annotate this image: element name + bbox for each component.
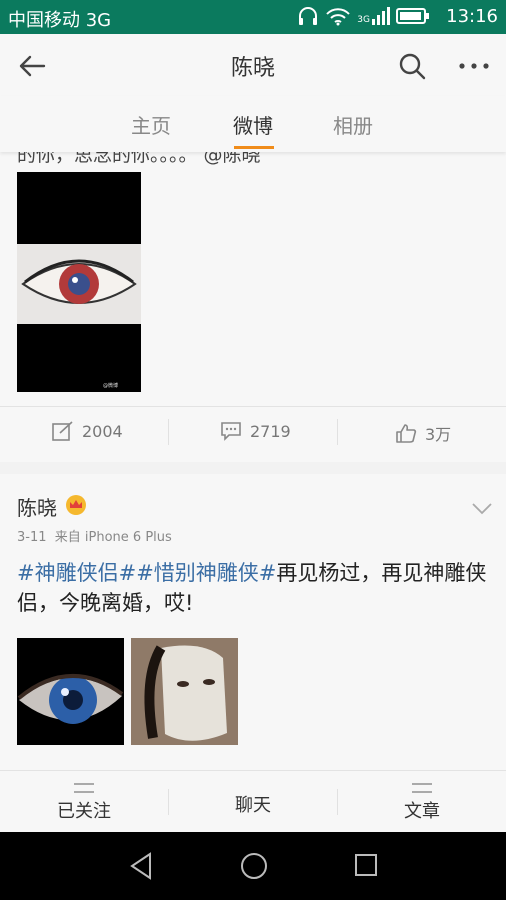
menu-handle-icon	[74, 783, 94, 793]
clock: 13:16	[446, 6, 498, 27]
action-divider	[337, 419, 338, 445]
repost-count: 2004	[82, 421, 123, 441]
wifi-icon	[326, 8, 351, 26]
search-icon[interactable]	[396, 50, 428, 82]
menu-handle-icon	[412, 783, 432, 793]
profile-bottom-bar: 已关注 聊天 文章	[0, 770, 506, 833]
battery-icon	[396, 8, 429, 24]
tab-home[interactable]: 主页	[131, 110, 171, 139]
more-icon[interactable]	[456, 50, 492, 82]
carrier-label: 中国移动 3G	[8, 10, 112, 31]
follow-label: 已关注	[57, 801, 111, 822]
page-title: 陈晓	[230, 56, 275, 81]
post-actions: 2004 2719 3万	[0, 406, 506, 459]
post-date: 3-11	[17, 530, 47, 545]
nav-recents-icon[interactable]	[354, 853, 378, 877]
post-source: 来自 iPhone 6 Plus	[54, 530, 172, 545]
post-text: #神雕侠侣##惜别神雕侠#再见杨过，再见神雕侠侣，今晚离婚，哎!	[17, 558, 492, 618]
tab-weibo[interactable]: 微博	[233, 110, 273, 139]
comment-button[interactable]: 2719	[220, 421, 291, 441]
chevron-down-icon[interactable]	[470, 500, 494, 516]
nav-home-icon[interactable]	[240, 852, 268, 880]
chat-button[interactable]: 聊天	[169, 791, 337, 817]
tab-album[interactable]: 相册	[333, 110, 373, 139]
signal-icon: 3G	[357, 7, 390, 25]
crown-badge-icon	[66, 495, 86, 515]
action-divider	[168, 419, 169, 445]
like-icon	[396, 424, 417, 443]
eye-illustration	[17, 244, 141, 324]
post-image[interactable]: @微博	[17, 172, 141, 392]
post-card: 的你，思念的你。。。。 @陈晓 @微博 2004 2719 3万	[0, 152, 506, 462]
follow-button[interactable]: 已关注	[0, 783, 168, 823]
post-image[interactable]	[17, 638, 124, 745]
post-author[interactable]: 陈晓	[17, 492, 57, 521]
nav-back-icon[interactable]	[128, 852, 154, 880]
profile-tabs: 主页 微博 相册	[0, 96, 506, 152]
image-watermark: @微博	[103, 383, 119, 389]
post-image[interactable]	[131, 638, 238, 745]
like-button[interactable]: 3万	[395, 421, 451, 445]
post-card: 陈晓 3-11 来自 iPhone 6 Plus #神雕侠侣##惜别神雕侠#再见…	[0, 474, 506, 774]
app-header: 陈晓	[0, 34, 506, 97]
post-text-cut: 的你，思念的你。。。。 @陈晓	[17, 152, 261, 166]
status-icons: 3G	[297, 6, 430, 26]
comment-count: 2719	[250, 421, 291, 441]
repost-icon	[52, 421, 73, 441]
comment-icon	[221, 422, 241, 441]
network-tag: 3G	[357, 15, 370, 25]
like-count: 3万	[425, 425, 452, 444]
repost-button[interactable]: 2004	[52, 421, 123, 441]
status-bar: 中国移动 3G 3G 13:16	[0, 0, 506, 34]
active-tab-indicator	[234, 146, 274, 149]
feed[interactable]: 的你，思念的你。。。。 @陈晓 @微博 2004 2719 3万 陈晓 3-11…	[0, 152, 506, 832]
hashtag-link[interactable]: #神雕侠侣#	[17, 561, 136, 585]
headphones-icon	[299, 7, 318, 25]
chat-label: 聊天	[235, 795, 271, 816]
hashtag-link[interactable]: #惜别神雕侠#	[136, 561, 276, 585]
article-button[interactable]: 文章	[338, 783, 506, 823]
post-meta: 3-11 来自 iPhone 6 Plus	[17, 526, 172, 545]
article-label: 文章	[404, 801, 440, 822]
system-nav-bar	[0, 832, 506, 900]
